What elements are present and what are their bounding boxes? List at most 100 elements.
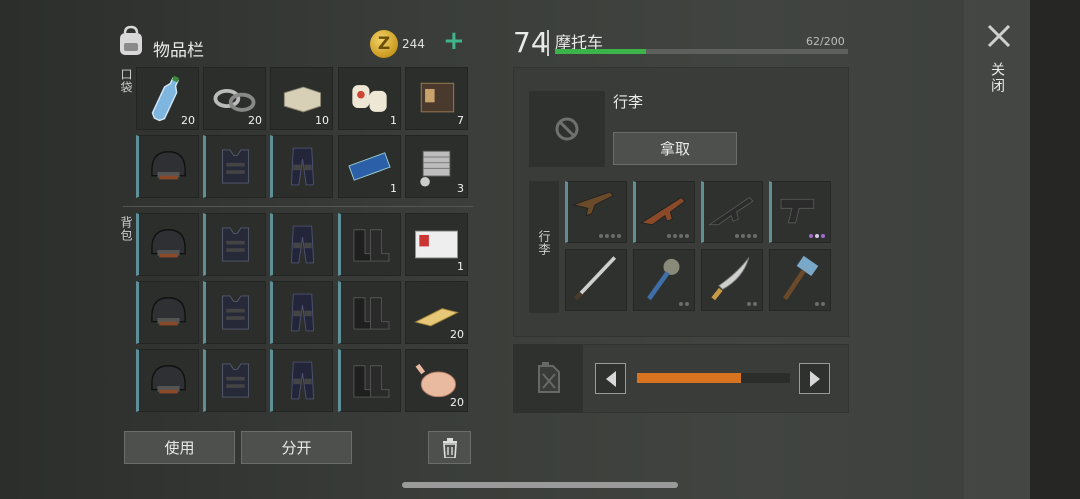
fuel-increase-button[interactable] <box>799 363 830 394</box>
inventory-slot[interactable]: 3 <box>405 135 468 198</box>
armored-vest-icon <box>222 295 249 330</box>
luggage-weapon-slot[interactable] <box>565 249 627 311</box>
luggage-weapon-slot[interactable] <box>701 181 763 243</box>
sledgehammer-icon <box>783 254 820 301</box>
tactical-helmet-icon <box>151 229 186 258</box>
assault-rifle-m16-icon <box>707 196 754 226</box>
quality-dots <box>667 234 689 238</box>
tactical-helmet-icon <box>151 297 186 326</box>
inventory-slot[interactable]: 1 <box>338 135 401 198</box>
backpack-icon <box>120 25 142 55</box>
tactical-helmet-icon <box>151 365 186 394</box>
empty-slot[interactable] <box>529 91 605 167</box>
split-button[interactable]: 分开 <box>241 431 352 464</box>
arrow-left-icon <box>605 370 616 387</box>
luggage-title: 行李 <box>613 93 644 111</box>
arrow-right-icon <box>809 370 820 387</box>
coin-icon: Z <box>370 30 398 58</box>
armored-pants-icon <box>290 225 315 264</box>
item-count: 10 <box>315 114 329 127</box>
armored-pants-icon <box>290 293 315 332</box>
fuel-slider[interactable] <box>637 373 790 383</box>
katana-icon <box>573 256 617 301</box>
armored-pants-icon <box>290 147 315 186</box>
inventory-slot[interactable] <box>203 349 266 412</box>
inventory-slot[interactable] <box>270 135 333 198</box>
inventory-slot[interactable]: 20 <box>405 349 468 412</box>
quality-dots <box>809 234 825 238</box>
inventory-slot[interactable]: 1 <box>405 213 468 276</box>
item-count: 20 <box>248 114 262 127</box>
spiked-mace-icon <box>647 257 681 301</box>
tactical-helmet-icon <box>151 151 186 180</box>
add-coins-button[interactable]: + <box>443 28 465 54</box>
inventory-slot[interactable] <box>270 349 333 412</box>
luggage-weapon-slot[interactable] <box>633 181 695 243</box>
title-separator <box>547 30 549 56</box>
quality-dots <box>747 302 757 306</box>
item-count: 1 <box>457 260 464 273</box>
luggage-weapon-slot[interactable] <box>565 181 627 243</box>
quality-dots <box>599 234 621 238</box>
quality-dots <box>735 234 757 238</box>
combat-boots-icon <box>353 229 390 262</box>
capacity-bar-fill <box>555 49 646 54</box>
luggage-weapon-slot[interactable] <box>701 249 763 311</box>
luggage-weapon-slot[interactable] <box>769 181 831 243</box>
luggage-weapon-slot[interactable] <box>633 249 695 311</box>
inventory-title: 物品栏 <box>153 41 204 61</box>
item-count: 1 <box>390 114 397 127</box>
inventory-slot[interactable]: 10 <box>270 67 333 130</box>
capacity-text: 62/200 <box>806 35 845 48</box>
inventory-slot[interactable] <box>136 349 199 412</box>
fuel-slot[interactable] <box>513 344 583 413</box>
close-label[interactable]: 关闭 <box>987 62 1007 94</box>
inventory-slot[interactable]: 7 <box>405 67 468 130</box>
item-count: 20 <box>181 114 195 127</box>
luggage-weapon-slot[interactable] <box>769 249 831 311</box>
inventory-slot[interactable] <box>338 349 401 412</box>
divider <box>123 206 473 207</box>
pistol-icon <box>780 198 815 224</box>
inventory-slot[interactable] <box>270 213 333 276</box>
inventory-slot[interactable]: 20 <box>203 67 266 130</box>
inventory-slot[interactable]: 1 <box>338 67 401 130</box>
inventory-slot[interactable]: 20 <box>136 67 199 130</box>
inventory-slot[interactable] <box>203 135 266 198</box>
fuel-decrease-button[interactable] <box>595 363 626 394</box>
machete-icon <box>711 257 750 301</box>
inventory-slot[interactable] <box>338 213 401 276</box>
fuel-slider-fill <box>637 373 742 383</box>
home-indicator[interactable] <box>402 482 678 488</box>
quality-dots <box>815 302 825 306</box>
inventory-slot[interactable] <box>270 281 333 344</box>
armored-vest-icon <box>222 149 249 184</box>
item-count: 20 <box>450 396 464 409</box>
take-button[interactable]: 拿取 <box>613 132 737 165</box>
backpack-label: 背包 <box>119 216 133 242</box>
use-button[interactable]: 使用 <box>124 431 235 464</box>
inventory-slot[interactable] <box>136 135 199 198</box>
close-icon[interactable] <box>985 22 1013 50</box>
combat-boots-icon <box>353 365 390 398</box>
inventory-slot[interactable] <box>338 281 401 344</box>
delete-button[interactable] <box>428 431 471 464</box>
capacity-bar <box>555 49 848 54</box>
luggage-side-label: 行李 <box>537 230 551 256</box>
item-count: 3 <box>457 182 464 195</box>
inventory-slot[interactable] <box>203 281 266 344</box>
prohibited-icon <box>555 117 579 141</box>
armored-vest-icon <box>222 227 249 262</box>
armored-vest-icon <box>222 363 249 398</box>
assault-rifle-ak-icon <box>640 196 686 226</box>
inventory-slot[interactable]: 20 <box>405 281 468 344</box>
vehicle-level: 74 <box>513 26 549 59</box>
pocket-label: 口袋 <box>119 68 133 94</box>
inventory-slot[interactable] <box>136 281 199 344</box>
inventory-slot[interactable] <box>203 213 266 276</box>
item-count: 7 <box>457 114 464 127</box>
item-count: 1 <box>390 182 397 195</box>
coin-symbol: Z <box>377 34 391 54</box>
inventory-slot[interactable] <box>136 213 199 276</box>
quality-dots <box>679 302 689 306</box>
